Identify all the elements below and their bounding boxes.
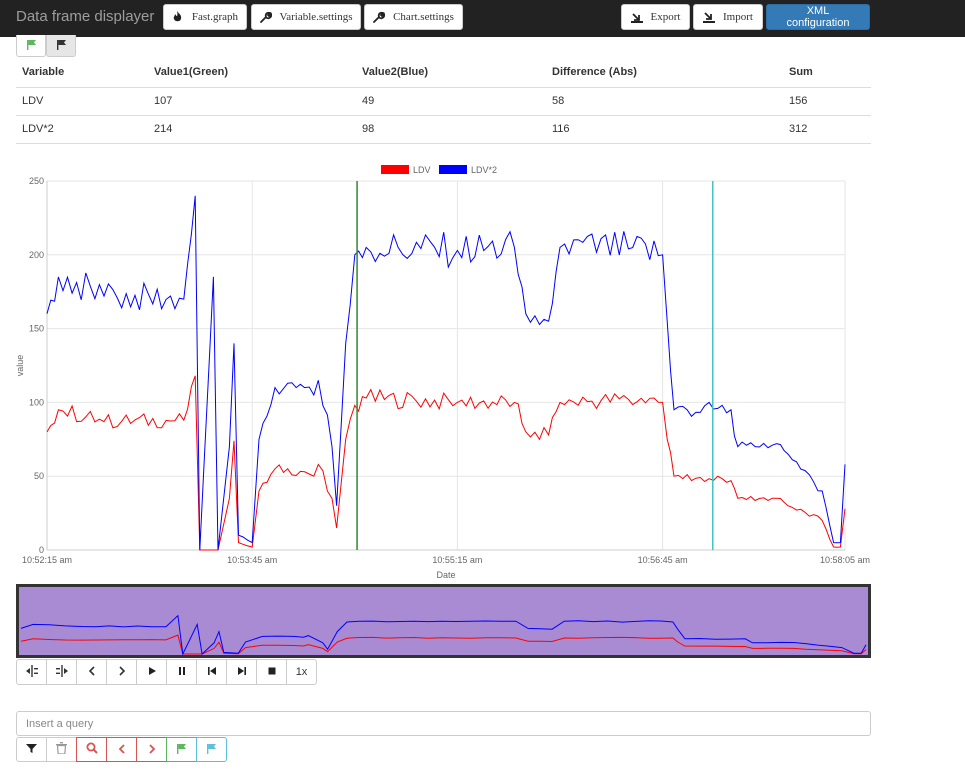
play-icon <box>147 666 157 679</box>
range-navigator[interactable] <box>16 584 871 658</box>
search-icon <box>86 742 98 757</box>
table-cell: 98 <box>356 115 546 144</box>
zoom-out-range-button[interactable] <box>46 659 77 685</box>
filter-button[interactable] <box>16 737 47 762</box>
y-tick-label: 0 <box>39 545 44 555</box>
variables-table: Variable Value1(Green) Value2(Blue) Diff… <box>16 58 871 144</box>
y-tick-label: 250 <box>29 176 44 186</box>
search-previous-button[interactable] <box>106 737 137 762</box>
chevron-left-icon <box>87 665 97 679</box>
green-flag-icon <box>176 742 187 757</box>
variable-settings-button[interactable]: Variable.settings <box>251 4 361 30</box>
import-icon <box>703 11 716 23</box>
y-tick-label: 150 <box>29 324 44 334</box>
table-cell: 214 <box>148 115 356 144</box>
legend-label: LDV <box>413 165 431 175</box>
next-button[interactable] <box>106 659 137 685</box>
y-tick-label: 100 <box>29 397 44 407</box>
set-cyan-cursor-button[interactable] <box>196 737 227 762</box>
dark-flag-toggle[interactable] <box>46 35 76 57</box>
column-header-variable: Variable <box>16 58 148 88</box>
chevron-left-icon <box>117 742 127 757</box>
y-axis-label: value <box>15 355 25 377</box>
playback-controls: 1x <box>16 659 317 685</box>
xml-configuration-button[interactable]: XML configuration <box>766 4 870 30</box>
x-tick-label: 10:56:45 am <box>638 555 688 565</box>
pause-icon <box>177 666 187 679</box>
x-tick-label: 10:55:15 am <box>432 555 482 565</box>
step-backward-icon <box>207 666 217 679</box>
filter-icon <box>26 742 37 757</box>
wrench-icon <box>259 11 272 23</box>
flag-icon <box>56 38 67 53</box>
play-button[interactable] <box>136 659 167 685</box>
x-axis-label: Date <box>436 570 455 580</box>
x-tick-label: 10:58:05 am <box>820 555 870 565</box>
table-cell: LDV <box>16 87 148 116</box>
legend-swatch <box>439 165 467 174</box>
top-navbar: Data frame displayer Fast.graph Variable… <box>0 0 965 37</box>
chart-settings-label: Chart.settings <box>393 11 454 23</box>
table-cell: 58 <box>546 87 783 116</box>
chevron-right-icon <box>147 742 157 757</box>
fast-graph-button[interactable]: Fast.graph <box>163 4 247 30</box>
range-in-icon <box>25 664 38 680</box>
app-title: Data frame displayer <box>16 8 155 25</box>
export-button[interactable]: Export <box>621 4 690 30</box>
range-out-icon <box>55 664 68 680</box>
column-header-value2: Value2(Blue) <box>356 58 546 88</box>
column-header-difference: Difference (Abs) <box>546 58 783 88</box>
query-actions <box>16 737 227 762</box>
table-cell: 156 <box>783 87 871 116</box>
table-row: LDV*2 214 98 116 312 <box>16 115 871 144</box>
import-label: Import <box>723 11 753 23</box>
previous-button[interactable] <box>76 659 107 685</box>
legend-swatch <box>381 165 409 174</box>
table-cell: 116 <box>546 115 783 144</box>
export-label: Export <box>650 11 681 23</box>
main-line-chart[interactable]: 0 50 100 150 200 250 10:52:15 am 10:53:45 am 10:… <box>0 156 880 584</box>
x-tick-label: 10:53:45 am <box>227 555 277 565</box>
step-forward-icon <box>237 666 247 679</box>
green-flag-icon <box>26 38 37 53</box>
table-header-row: Variable Value1(Green) Value2(Blue) Diff… <box>16 58 871 88</box>
stop-icon <box>267 666 277 679</box>
export-icon <box>630 11 643 23</box>
legend-label: LDV*2 <box>471 165 497 175</box>
step-backward-button[interactable] <box>196 659 227 685</box>
table-row: LDV 107 49 58 156 <box>16 87 871 116</box>
zoom-in-range-button[interactable] <box>16 659 47 685</box>
table-cell: 312 <box>783 115 871 144</box>
fast-graph-label: Fast.graph <box>191 11 238 23</box>
variable-settings-label: Variable.settings <box>279 11 353 23</box>
y-tick-label: 50 <box>34 471 44 481</box>
green-flag-toggle[interactable] <box>16 35 46 57</box>
fire-icon <box>172 11 184 23</box>
table-cell: 49 <box>356 87 546 116</box>
pause-button[interactable] <box>166 659 197 685</box>
table-cell: LDV*2 <box>16 115 148 144</box>
series-line-ldvx2 <box>46 195 846 551</box>
chart-settings-button[interactable]: Chart.settings <box>364 4 463 30</box>
stop-button[interactable] <box>256 659 287 685</box>
step-forward-button[interactable] <box>226 659 257 685</box>
import-button[interactable]: Import <box>693 4 763 30</box>
delete-button[interactable] <box>46 737 77 762</box>
chevron-right-icon <box>117 665 127 679</box>
y-tick-label: 200 <box>29 250 44 260</box>
set-green-cursor-button[interactable] <box>166 737 197 762</box>
column-header-value1: Value1(Green) <box>148 58 356 88</box>
table-cell: 107 <box>148 87 356 116</box>
x-tick-label: 10:52:15 am <box>22 555 72 565</box>
cyan-flag-icon <box>206 742 217 757</box>
search-button[interactable] <box>76 737 107 762</box>
wrench-icon <box>373 11 386 23</box>
trash-icon <box>56 742 67 757</box>
column-header-sum: Sum <box>783 58 871 88</box>
playback-speed-button[interactable]: 1x <box>286 659 317 685</box>
query-input[interactable] <box>16 711 871 736</box>
search-next-button[interactable] <box>136 737 167 762</box>
